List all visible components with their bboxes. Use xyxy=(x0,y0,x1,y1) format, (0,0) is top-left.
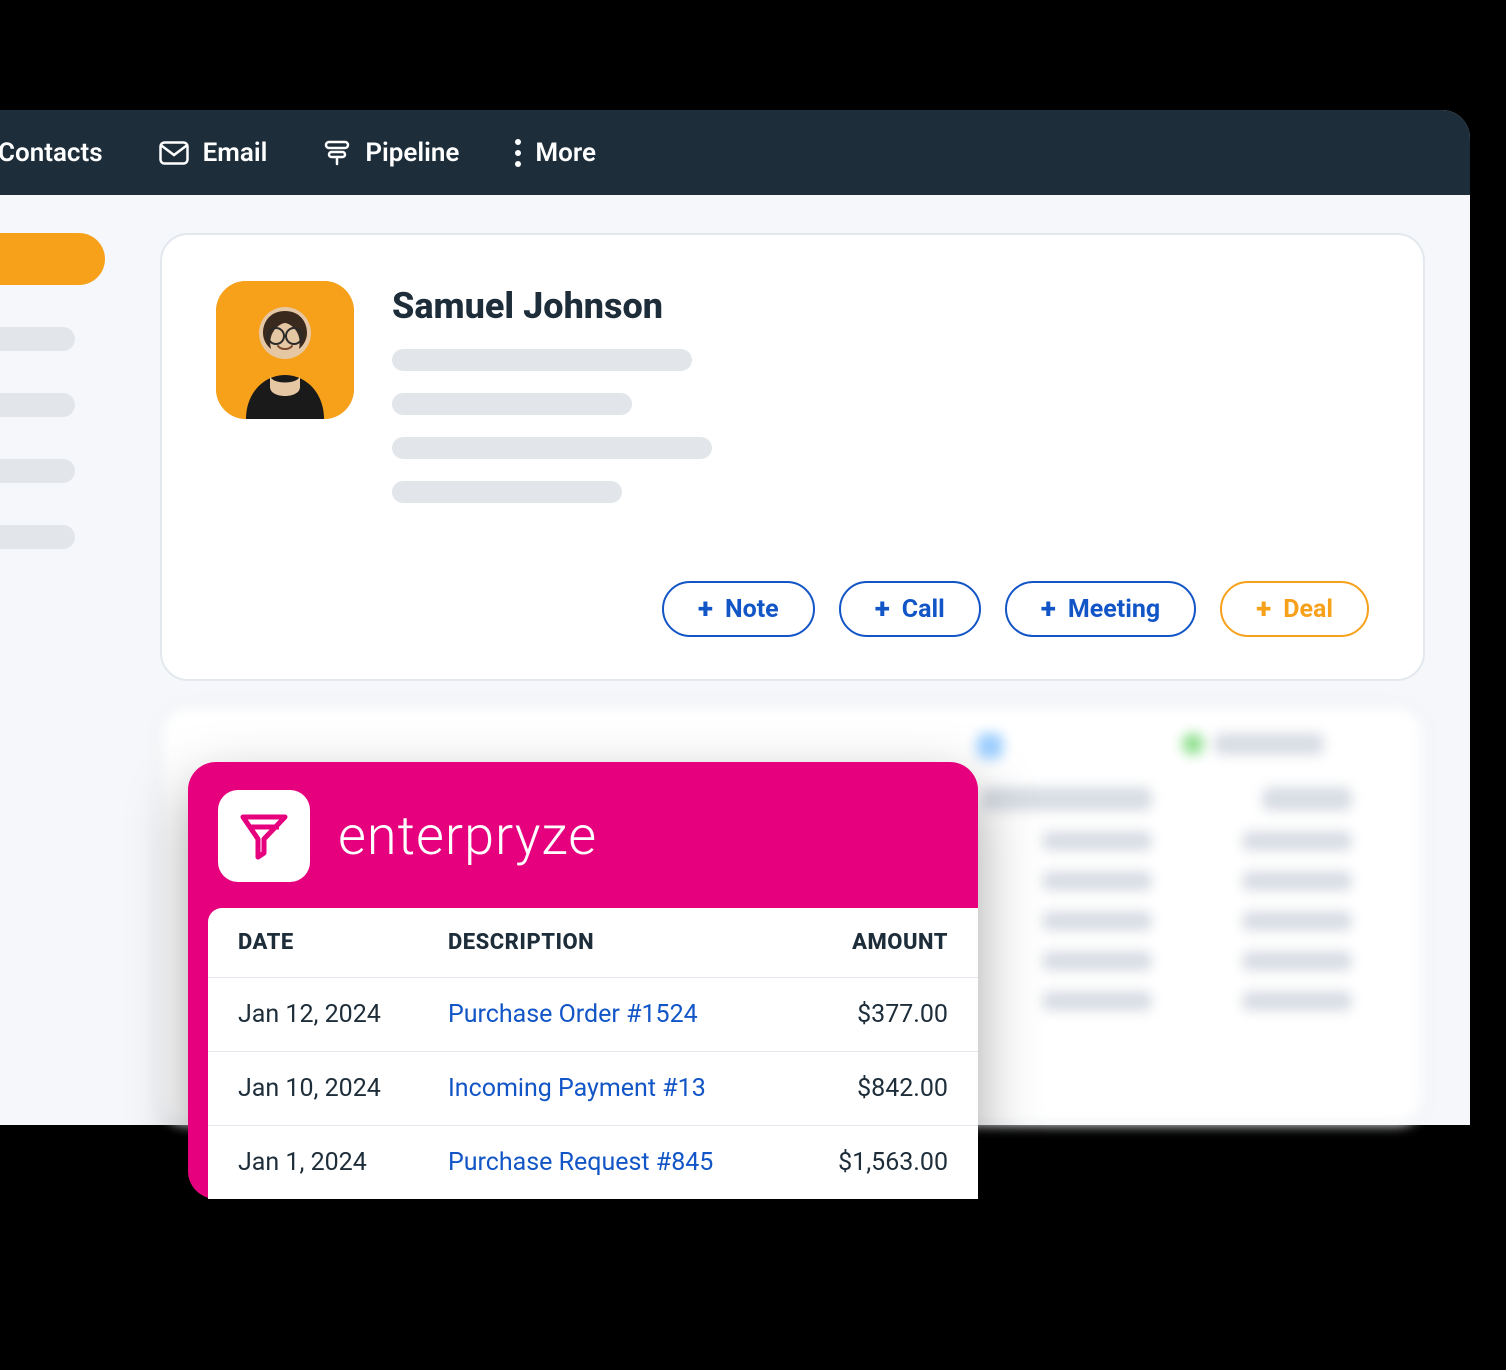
button-label: Deal xyxy=(1283,595,1333,624)
cell-amount: $377.00 xyxy=(768,1000,948,1029)
nav-label: Pipeline xyxy=(365,138,459,168)
nav-label: Contacts xyxy=(0,138,103,168)
sidebar-item[interactable] xyxy=(0,327,75,351)
plus-icon: + xyxy=(698,595,713,623)
button-label: Meeting xyxy=(1068,595,1160,624)
add-note-button[interactable]: + Note xyxy=(662,581,815,637)
skeleton-line xyxy=(392,349,692,371)
table-row: Jan 12, 2024 Purchase Order #1524 $377.0… xyxy=(208,977,978,1051)
nav-more[interactable]: More xyxy=(515,138,596,168)
nav-label: Email xyxy=(203,138,268,168)
enterpryze-brand: enterpryze xyxy=(338,805,597,868)
table-row: Jan 1, 2024 Purchase Request #845 $1,563… xyxy=(208,1125,978,1199)
top-nav: Contacts Email Pipeline xyxy=(0,110,1470,195)
enterpryze-logo-icon xyxy=(218,790,310,882)
skeleton-line xyxy=(392,437,712,459)
add-call-button[interactable]: + Call xyxy=(839,581,981,637)
cell-amount: $842.00 xyxy=(768,1074,948,1103)
table-header: DATE DESCRIPTION AMOUNT xyxy=(208,908,978,977)
add-meeting-button[interactable]: + Meeting xyxy=(1005,581,1196,637)
nav-label: More xyxy=(535,138,596,168)
avatar xyxy=(216,281,354,419)
more-dots-icon xyxy=(515,139,521,167)
pipeline-icon xyxy=(323,139,351,167)
sidebar-item-active[interactable] xyxy=(0,233,105,285)
cell-date: Jan 12, 2024 xyxy=(238,1000,448,1029)
enterpryze-widget: enterpryze DATE DESCRIPTION AMOUNT Jan 1… xyxy=(188,762,978,1199)
transactions-table: DATE DESCRIPTION AMOUNT Jan 12, 2024 Pur… xyxy=(208,908,978,1199)
plus-icon: + xyxy=(875,595,890,623)
sidebar-item[interactable] xyxy=(0,459,75,483)
sidebar xyxy=(0,233,150,549)
col-desc: DESCRIPTION xyxy=(448,930,768,955)
action-row: + Note + Call + Meeting + Deal xyxy=(216,581,1369,637)
plus-icon: + xyxy=(1256,595,1271,623)
sidebar-item[interactable] xyxy=(0,393,75,417)
col-amount: AMOUNT xyxy=(768,930,948,955)
add-deal-button[interactable]: + Deal xyxy=(1220,581,1369,637)
mail-icon xyxy=(159,141,189,165)
col-date: DATE xyxy=(238,930,448,955)
nav-email[interactable]: Email xyxy=(159,138,268,168)
skeleton-line xyxy=(392,393,632,415)
contact-card: Samuel Johnson + Note + Call + xyxy=(160,233,1425,681)
cell-date: Jan 1, 2024 xyxy=(238,1148,448,1177)
cell-desc[interactable]: Purchase Request #845 xyxy=(448,1148,768,1177)
table-row: Jan 10, 2024 Incoming Payment #13 $842.0… xyxy=(208,1051,978,1125)
cell-amount: $1,563.00 xyxy=(768,1148,948,1177)
plus-icon: + xyxy=(1041,595,1056,623)
button-label: Note xyxy=(725,595,779,624)
nav-contacts[interactable]: Contacts xyxy=(0,138,103,168)
contact-name: Samuel Johnson xyxy=(392,285,1369,327)
cell-desc[interactable]: Purchase Order #1524 xyxy=(448,1000,768,1029)
nav-pipeline[interactable]: Pipeline xyxy=(323,138,459,168)
skeleton-line xyxy=(392,481,622,503)
cell-desc[interactable]: Incoming Payment #13 xyxy=(448,1074,768,1103)
cell-date: Jan 10, 2024 xyxy=(238,1074,448,1103)
sidebar-item[interactable] xyxy=(0,525,75,549)
button-label: Call xyxy=(902,595,945,624)
